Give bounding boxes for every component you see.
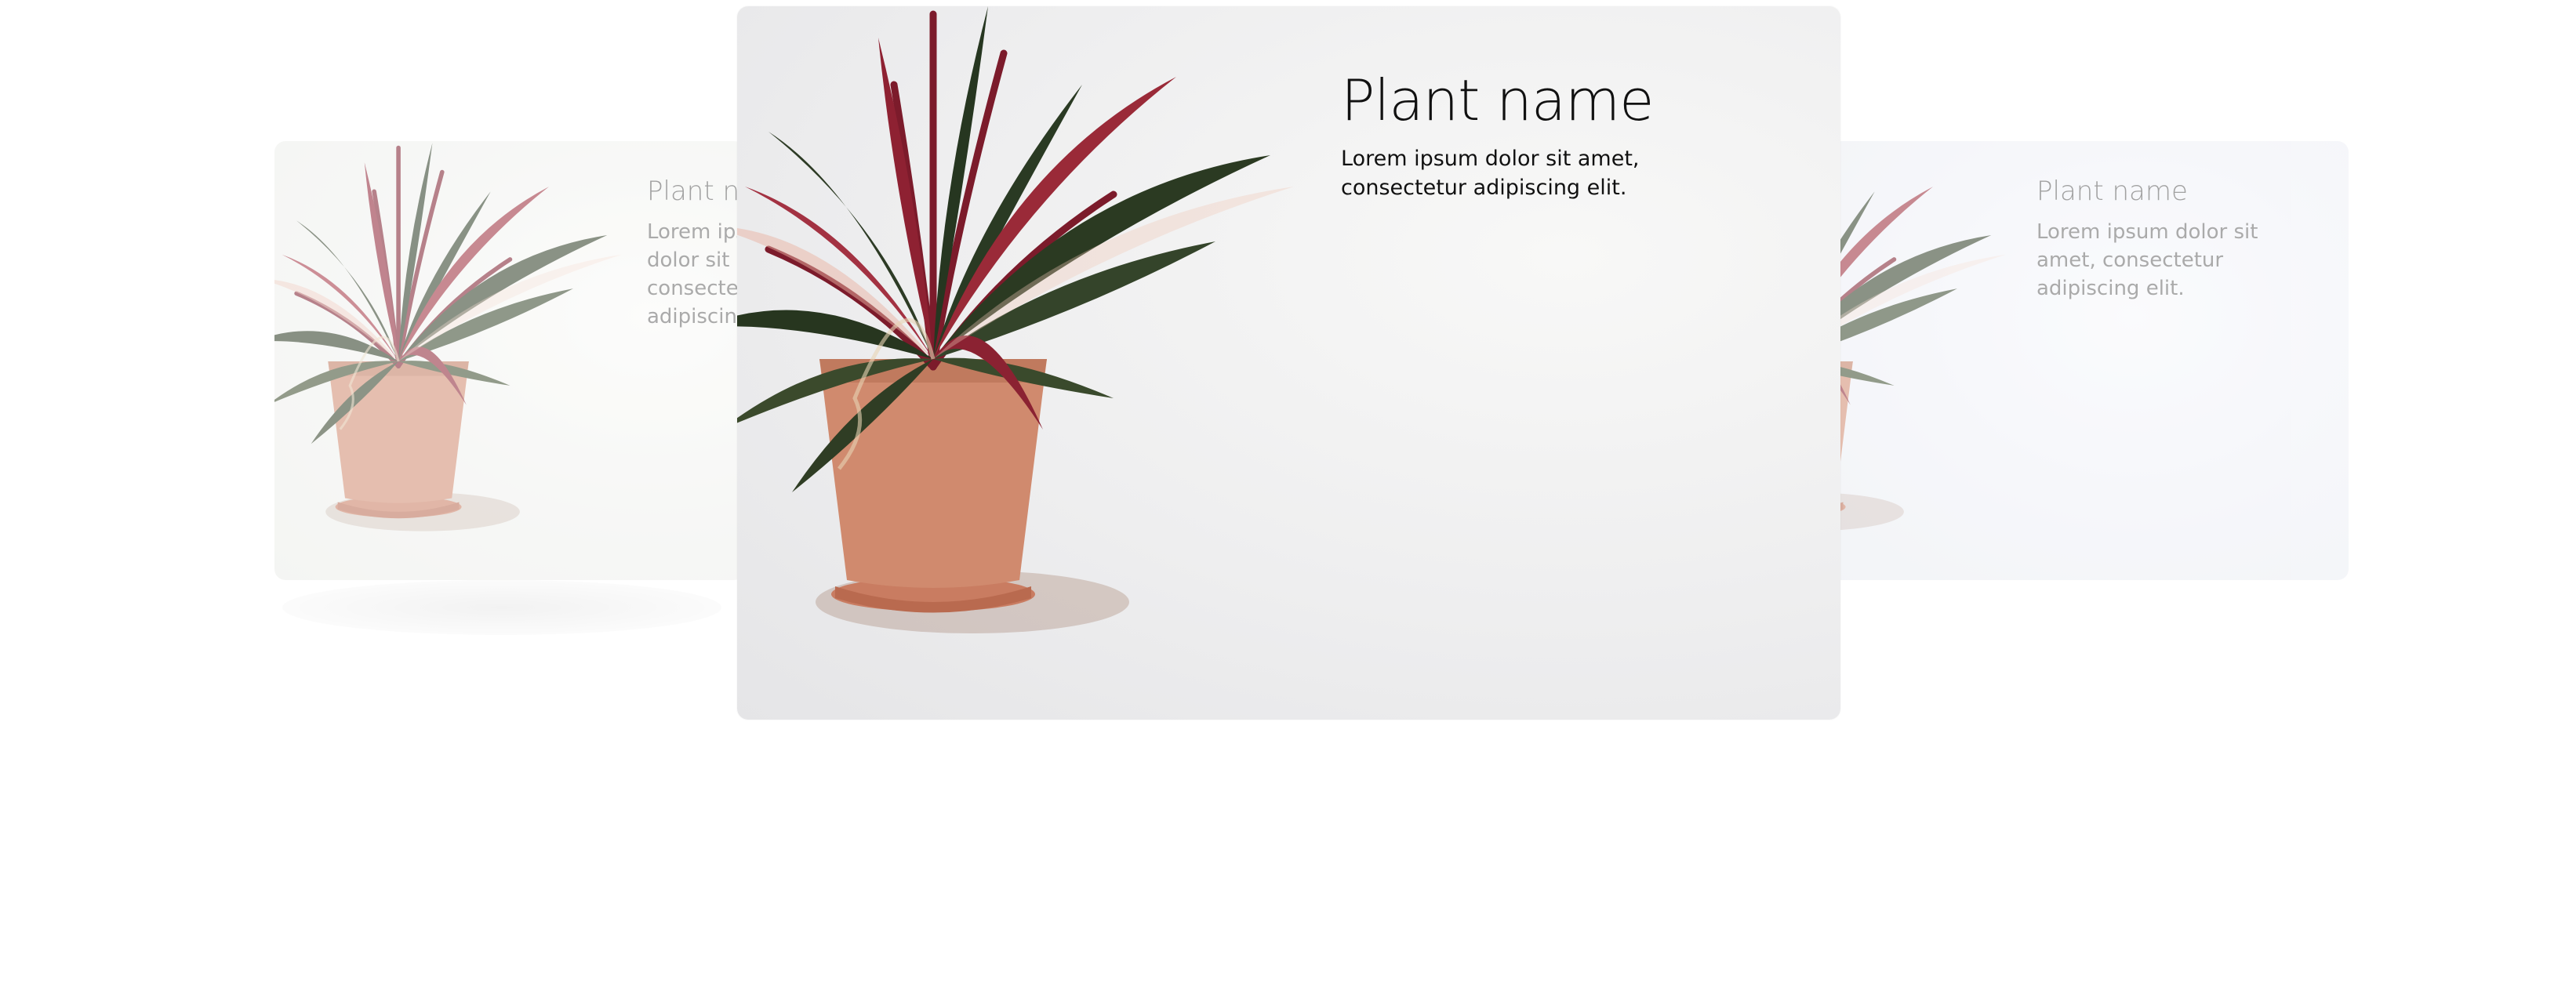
card-title: Plant name <box>647 176 745 207</box>
carousel-card-active[interactable]: Plant name Lorem ipsum dolor sit amet, c… <box>737 6 1840 720</box>
card-description: Lorem ipsum dolor sit amet, consectetur … <box>2036 220 2258 300</box>
card-title: Plant name <box>1341 67 1654 133</box>
potted-plant-image <box>274 141 667 541</box>
card-shadow <box>282 580 721 635</box>
card-text: Plant name Lorem ipsum dolor sit amet, c… <box>1341 67 1764 202</box>
card-description: Lorem ipsum dolor sit amet, consectetur … <box>1341 147 1640 200</box>
card-description: Lorem ipsum dolor sit amet, consectetur … <box>647 220 745 328</box>
plant-carousel: Plant name Lorem ipsum dolor sit amet, c… <box>0 0 2576 983</box>
potted-plant-image <box>1808 141 2051 541</box>
card-text: Plant name Lorem ipsum dolor sit amet, c… <box>2036 176 2295 303</box>
card-title: Plant name <box>2036 176 2188 207</box>
card-text: Plant name Lorem ipsum dolor sit amet, c… <box>647 176 745 331</box>
carousel-card-previous[interactable]: Plant name Lorem ipsum dolor sit amet, c… <box>274 141 745 580</box>
potted-plant-image <box>737 6 1349 649</box>
carousel-card-next[interactable]: Plant name Lorem ipsum dolor sit amet, c… <box>1808 141 2349 580</box>
